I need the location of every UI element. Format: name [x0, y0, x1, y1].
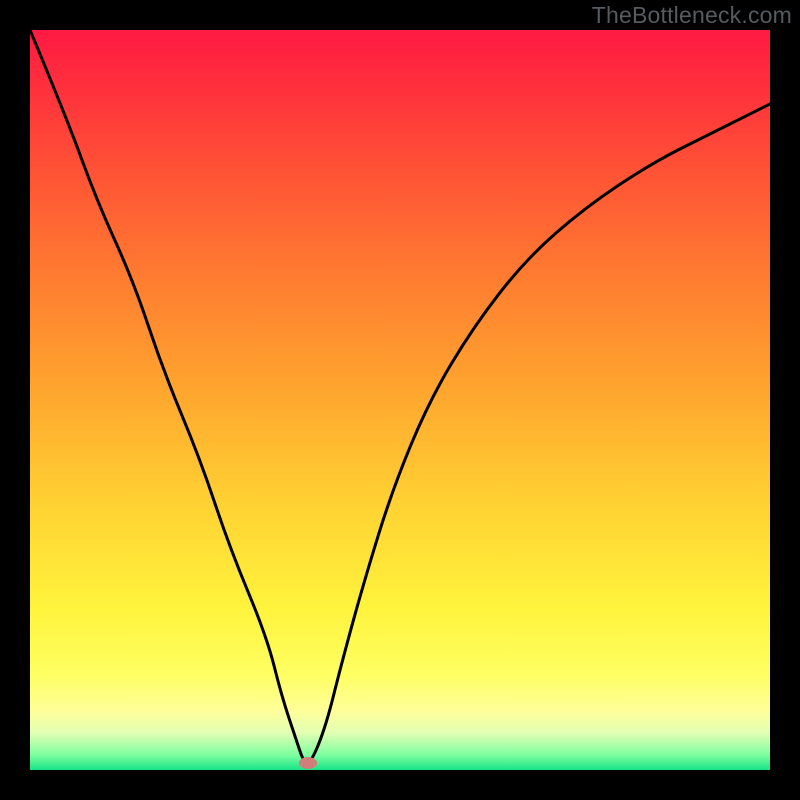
plot-area [30, 30, 770, 770]
chart-frame: TheBottleneck.com [0, 0, 800, 800]
curve-layer [30, 30, 770, 770]
watermark-text: TheBottleneck.com [592, 2, 792, 29]
optimum-marker [299, 757, 317, 769]
bottleneck-curve [30, 30, 770, 763]
